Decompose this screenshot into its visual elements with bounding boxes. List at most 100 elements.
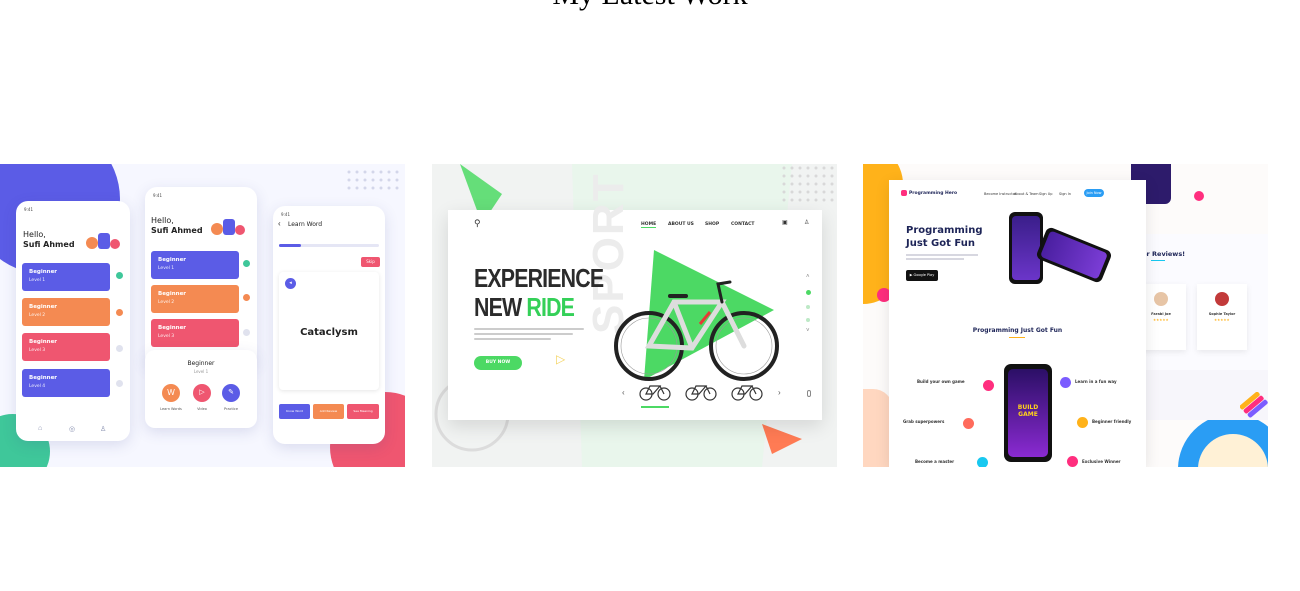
bike-thumbnail[interactable] bbox=[730, 382, 764, 402]
nav-home[interactable]: HOME bbox=[641, 222, 657, 228]
dot-grid-decoration bbox=[347, 170, 399, 190]
video-button[interactable]: ▷ bbox=[193, 384, 211, 402]
reviewer-name: Sophie Taylor bbox=[1208, 312, 1236, 316]
slide-dot[interactable] bbox=[806, 318, 810, 322]
word-card: ◂ Cataclysm bbox=[279, 272, 379, 390]
programming-site: Programming Hero Become Instructor About… bbox=[889, 180, 1146, 467]
level-sub: Level 2 bbox=[158, 300, 175, 305]
user-name: Sufi Ahmed bbox=[23, 240, 75, 249]
nav-sign-in[interactable]: Sign In bbox=[1059, 192, 1071, 196]
progress-fill bbox=[279, 244, 301, 247]
status-bar: 9:41 bbox=[153, 193, 162, 198]
word-text: Cataclysm bbox=[300, 327, 358, 338]
brand-name: Programming Hero bbox=[909, 191, 958, 196]
rating-stars: ★★★★★ bbox=[1214, 318, 1230, 322]
feature-icon-beginner bbox=[1077, 417, 1088, 428]
level-card-2[interactable]: Beginner Level 2 bbox=[22, 298, 110, 326]
user-icon[interactable]: ♙ bbox=[804, 219, 809, 226]
hero-line-2a: NEW bbox=[474, 292, 527, 322]
see-meaning-button[interactable]: See Meaning bbox=[347, 404, 379, 419]
level-card-2[interactable]: Beginner Level 2 bbox=[151, 285, 239, 313]
level-card-4[interactable]: Beginner Level 4 bbox=[22, 369, 110, 397]
game-phone: BUILD GAME bbox=[1004, 364, 1052, 462]
phone-word-screen: 9:41 ‹ Learn Word Skip ◂ Cataclysm Know … bbox=[273, 206, 385, 444]
logo-stripes bbox=[1240, 392, 1268, 418]
feature-icon-master bbox=[977, 457, 988, 467]
level-card-1[interactable]: Beginner Level 1 bbox=[22, 263, 110, 291]
slide-dot-active[interactable] bbox=[806, 290, 811, 295]
practice-button[interactable]: ✎ bbox=[222, 384, 240, 402]
bicycle-image bbox=[614, 250, 779, 381]
level-title: Beginner bbox=[29, 304, 58, 310]
greeting-text: Hello, bbox=[23, 230, 46, 239]
greeting-text: Hello, bbox=[151, 216, 174, 225]
section-underline bbox=[1009, 337, 1025, 338]
cart-icon[interactable]: ▣ bbox=[782, 219, 788, 226]
back-icon[interactable]: ‹ bbox=[278, 219, 281, 228]
level-card-3[interactable]: Beginner Level 3 bbox=[151, 319, 239, 347]
nav-about[interactable]: About & Team bbox=[1014, 192, 1039, 196]
compass-icon[interactable]: ◎ bbox=[69, 425, 75, 433]
winner-icon bbox=[1194, 191, 1204, 201]
skip-button[interactable]: Skip bbox=[361, 257, 380, 267]
prev-arrow-icon[interactable]: ‹ bbox=[622, 388, 625, 397]
bike-logo-icon: ⚲ bbox=[474, 218, 481, 228]
status-bar: 9:41 bbox=[24, 207, 33, 212]
speaker-icon[interactable]: ◂ bbox=[285, 278, 296, 289]
bike-thumbnail[interactable] bbox=[638, 382, 672, 402]
nav-contact[interactable]: CONTACT bbox=[731, 222, 754, 227]
google-play-badge[interactable]: ▶ Google Play bbox=[906, 270, 938, 281]
level-title: Beginner bbox=[29, 375, 58, 381]
user-name: Sufi Ahmed bbox=[151, 226, 203, 235]
game-title: BUILD GAME bbox=[1017, 404, 1039, 418]
buy-now-button[interactable]: BUY NOW bbox=[474, 356, 522, 370]
hero-title: Programming Just Got Fun bbox=[906, 225, 983, 249]
level-sub: Level 2 bbox=[29, 313, 46, 318]
illustration bbox=[82, 229, 122, 251]
portfolio-item-programming-hero[interactable]: User Reviews! Farabi Joe ★★★★★ Sophie Ta… bbox=[863, 164, 1268, 467]
progress-dot bbox=[116, 380, 123, 387]
level-modal: Beginner Level 1 W ▷ ✎ Learn Words Video… bbox=[145, 350, 257, 428]
progress-dot bbox=[243, 260, 250, 267]
brand-logo-icon bbox=[901, 190, 907, 196]
feature-icon-power bbox=[963, 418, 974, 429]
bike-website: ⚲ HOME ABOUT US SHOP CONTACT ▣ ♙ SPORT E… bbox=[448, 172, 822, 420]
feature-superpowers: Grab superpowers bbox=[903, 419, 945, 424]
status-bar: 9:41 bbox=[281, 212, 290, 217]
join-now-button[interactable]: Join Now bbox=[1084, 189, 1104, 197]
phone-levels-screen: 9:41 Hello, Sufi Ahmed Beginner Level 1 B… bbox=[145, 187, 257, 367]
avatar bbox=[1154, 292, 1168, 306]
feature-master: Become a master bbox=[915, 459, 955, 464]
level-card-3[interactable]: Beginner Level 3 bbox=[22, 333, 110, 361]
feature-icon-fun bbox=[1060, 377, 1071, 388]
level-sub: Level 4 bbox=[29, 384, 46, 389]
profile-icon[interactable]: ♙ bbox=[100, 425, 106, 433]
scroll-down-icon[interactable]: ˅ bbox=[806, 328, 810, 334]
hero-phone-2 bbox=[1035, 226, 1113, 284]
portfolio-item-learning-app[interactable]: 9:41 Hello, Sufi Ahmed Beginner Level 1 B… bbox=[0, 164, 405, 467]
nav-sign-up[interactable]: Sign Up bbox=[1039, 192, 1053, 196]
feature-fun-way: Learn in a fun way bbox=[1075, 379, 1117, 384]
add-review-button[interactable]: Add Review bbox=[313, 404, 344, 419]
video-label: Video bbox=[197, 407, 207, 411]
bike-thumbnail[interactable] bbox=[684, 382, 718, 402]
nav-instructor[interactable]: Become Instructor bbox=[984, 192, 1016, 196]
play-icon[interactable]: ▷ bbox=[556, 352, 565, 366]
nav-shop[interactable]: SHOP bbox=[705, 222, 719, 227]
section-title: My Latest Work bbox=[0, 0, 1300, 12]
level-sub: Level 1 bbox=[29, 278, 46, 283]
learn-words-button[interactable]: W bbox=[162, 384, 180, 402]
know-word-button[interactable]: Know Word bbox=[279, 404, 310, 419]
scroll-up-icon[interactable]: ˄ bbox=[806, 274, 810, 280]
portfolio-item-bike-landing[interactable]: ⚲ HOME ABOUT US SHOP CONTACT ▣ ♙ SPORT E… bbox=[432, 164, 837, 467]
feature-icon-game bbox=[983, 380, 994, 391]
next-arrow-icon[interactable]: › bbox=[778, 388, 781, 397]
level-card-1[interactable]: Beginner Level 1 bbox=[151, 251, 239, 279]
rating-stars: ★★★★★ bbox=[1153, 318, 1169, 322]
nav-about[interactable]: ABOUT US bbox=[668, 222, 694, 227]
avatar bbox=[1215, 292, 1229, 306]
home-icon[interactable]: ⌂ bbox=[38, 425, 42, 432]
hero-paragraph bbox=[474, 328, 584, 344]
slide-dot[interactable] bbox=[806, 305, 810, 309]
progress-bar bbox=[279, 244, 379, 247]
